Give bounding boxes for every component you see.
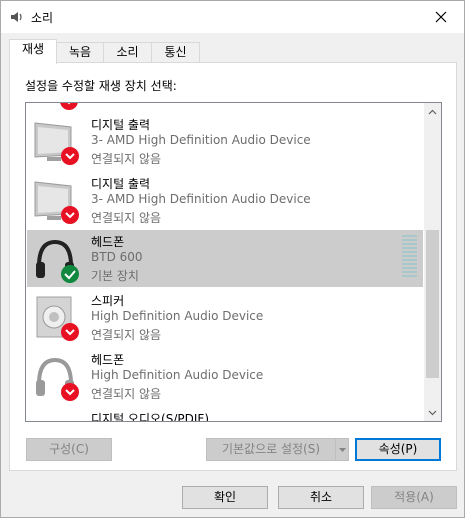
sound-dialog: 소리 재생 녹음 소리 통신 설정을 수정할 재생 장치 선택: 디지털 출력 … <box>0 0 465 518</box>
device-item[interactable]: 스피커 High Definition Audio Device 연결되지 않음 <box>27 289 423 346</box>
close-icon <box>435 11 447 23</box>
tab-recording[interactable]: 녹음 <box>56 42 104 63</box>
properties-button[interactable]: 속성(P) <box>355 438 441 461</box>
chevron-down-icon <box>338 447 346 452</box>
device-name: 디지털 출력 <box>91 177 151 191</box>
volume-meter <box>402 235 417 281</box>
window-title: 소리 <box>31 11 54 25</box>
tab-playback[interactable]: 재생 <box>9 39 57 64</box>
close-button[interactable] <box>418 1 464 33</box>
device-description: 3- AMD High Definition Audio Device <box>91 133 311 147</box>
device-status: 연결되지 않음 <box>91 152 162 166</box>
speaker-icon <box>33 295 83 345</box>
configure-button[interactable]: 구성(C) <box>26 438 112 461</box>
playback-panel: 설정을 수정할 재생 장치 선택: 디지털 출력 3- AMD High Def… <box>9 62 457 471</box>
disconnected-icon <box>61 323 79 341</box>
chevron-down-icon <box>428 410 437 415</box>
device-item[interactable]: 헤드폰 High Definition Audio Device 연결되지 않음 <box>27 348 423 405</box>
disconnected-icon <box>61 383 79 401</box>
device-description: High Definition Audio Device <box>91 368 264 382</box>
set-default-dropdown[interactable] <box>335 438 349 461</box>
device-item[interactable]: 디지털 출력 3- AMD High Definition Audio Devi… <box>27 113 423 170</box>
apply-button[interactable]: 적용(A) <box>371 486 457 509</box>
device-name: 헤드폰 <box>91 235 125 249</box>
default-check-icon <box>61 265 79 283</box>
device-name: 디지털 출력 <box>91 118 151 132</box>
device-list[interactable]: 디지털 출력 3- AMD High Definition Audio Devi… <box>25 102 442 422</box>
device-status: 연결되지 않음 <box>91 328 162 342</box>
disconnected-icon <box>61 206 79 224</box>
device-status: 연결되지 않음 <box>91 211 162 225</box>
scroll-down-button[interactable] <box>424 404 441 421</box>
headphones-icon <box>33 354 83 404</box>
tab-communications[interactable]: 통신 <box>151 42 200 63</box>
device-status: 연결되지 않음 <box>91 387 162 401</box>
device-description: BTD 600 <box>91 250 143 264</box>
device-name: 디지털 오디오(S/PDIF) <box>91 412 209 421</box>
tab-sounds[interactable]: 소리 <box>103 42 152 63</box>
device-description: High Definition Audio Device <box>91 309 264 323</box>
set-default-button[interactable]: 기본값으로 설정(S) <box>206 438 336 461</box>
title-bar: 소리 <box>1 1 464 33</box>
disconnected-icon <box>61 147 79 165</box>
chevron-up-icon <box>428 109 437 114</box>
ok-button[interactable]: 확인 <box>182 486 268 509</box>
speaker-app-icon <box>9 9 25 25</box>
device-name: 스피커 <box>91 294 125 308</box>
device-item-partial[interactable]: 디지털 오디오(S/PDIF) <box>27 407 423 421</box>
device-item-selected[interactable]: 헤드폰 BTD 600 기본 장치 <box>27 230 423 287</box>
device-list-viewport: 디지털 출력 3- AMD High Definition Audio Devi… <box>26 103 424 421</box>
vertical-scrollbar[interactable] <box>424 103 441 421</box>
scroll-thumb[interactable] <box>426 230 439 378</box>
device-name: 헤드폰 <box>91 353 125 367</box>
monitor-icon <box>33 178 83 228</box>
scroll-up-button[interactable] <box>424 103 441 120</box>
monitor-icon <box>33 119 83 169</box>
instruction-label: 설정을 수정할 재생 장치 선택: <box>25 79 177 93</box>
headphones-icon <box>33 236 83 286</box>
cancel-button[interactable]: 취소 <box>278 486 364 509</box>
device-description: 3- AMD High Definition Audio Device <box>91 192 311 206</box>
device-status: 기본 장치 <box>91 269 139 283</box>
device-item[interactable]: 디지털 출력 3- AMD High Definition Audio Devi… <box>27 172 423 229</box>
